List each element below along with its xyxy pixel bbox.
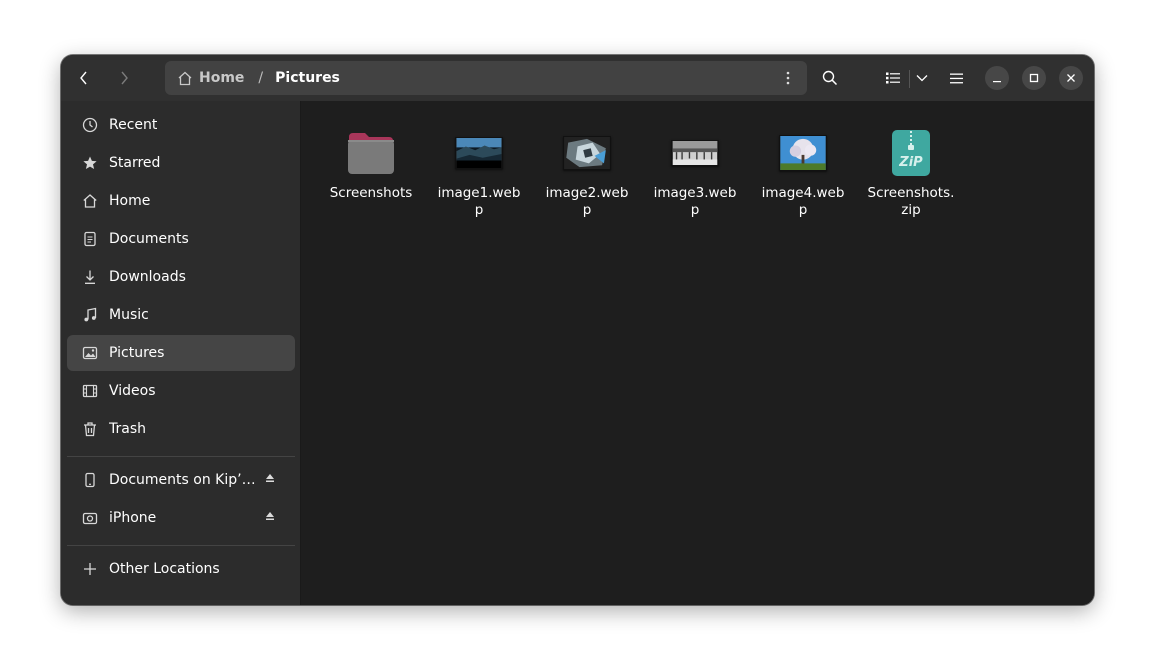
sidebar-item-label: Documents	[109, 231, 189, 247]
path-menu-button[interactable]	[775, 65, 801, 91]
breadcrumb-current[interactable]: Pictures	[275, 70, 340, 86]
breadcrumb-home[interactable]: Home	[177, 70, 244, 86]
chevron-right-icon	[121, 71, 128, 85]
sidebar-item-starred[interactable]: Starred	[67, 145, 295, 181]
sidebar-item-label: Videos	[109, 383, 156, 399]
image-thumbnail	[563, 136, 611, 170]
maximize-button[interactable]	[1022, 66, 1046, 90]
sidebar-item-iphone[interactable]: iPhone	[67, 500, 295, 536]
eject-icon[interactable]	[265, 473, 275, 486]
kebab-menu-icon	[786, 71, 790, 85]
home-icon	[81, 192, 99, 210]
phone-icon	[81, 471, 99, 489]
image-thumbnail	[455, 137, 503, 169]
minimize-icon	[993, 81, 1001, 83]
sidebar-divider	[67, 456, 295, 457]
file-item-archive[interactable]: ZiP Screenshots.zip	[863, 125, 959, 225]
forward-button[interactable]	[107, 63, 141, 93]
trash-icon	[81, 420, 99, 438]
file-name: Screenshots.zip	[867, 185, 955, 218]
sidebar-item-trash[interactable]: Trash	[67, 411, 295, 447]
close-button[interactable]	[1059, 66, 1083, 90]
sidebar-item-label: Recent	[109, 117, 158, 133]
sidebar: Recent Starred Home Documents Downloads	[61, 101, 301, 605]
svg-text:ZiP: ZiP	[898, 155, 923, 170]
sidebar-item-label: Music	[109, 307, 149, 323]
sidebar-item-documents-on-iphone[interactable]: Documents on Kip’s iPhone	[67, 462, 295, 498]
file-name: image2.webp	[545, 185, 629, 218]
file-item-image[interactable]: image3.webp	[647, 125, 743, 225]
list-view-icon	[886, 72, 900, 84]
file-item-image[interactable]: image2.webp	[539, 125, 635, 225]
sidebar-item-documents[interactable]: Documents	[67, 221, 295, 257]
close-icon	[1067, 74, 1075, 82]
file-name: image1.webp	[437, 185, 521, 218]
file-item-folder[interactable]: Screenshots	[323, 125, 419, 225]
film-icon	[81, 382, 99, 400]
sidebar-item-label: Pictures	[109, 345, 165, 361]
image-thumbnail	[671, 140, 719, 166]
zip-archive-icon: ZiP	[892, 130, 930, 176]
minimize-button[interactable]	[985, 66, 1009, 90]
picture-icon	[81, 344, 99, 362]
sidebar-item-label: Downloads	[109, 269, 186, 285]
search-icon	[822, 70, 838, 86]
sidebar-item-other-locations[interactable]: Other Locations	[67, 551, 295, 587]
header-bar: Home / Pictures	[61, 55, 1094, 101]
sidebar-item-label: Other Locations	[109, 561, 220, 577]
back-button[interactable]	[67, 63, 101, 93]
sidebar-item-label: Trash	[109, 421, 146, 437]
sidebar-item-home[interactable]: Home	[67, 183, 295, 219]
sidebar-item-label: iPhone	[109, 510, 157, 526]
chevron-down-icon	[916, 75, 928, 82]
file-item-image[interactable]: image1.webp	[431, 125, 527, 225]
eject-icon[interactable]	[265, 511, 275, 524]
list-view-button[interactable]	[877, 63, 909, 93]
file-name: image3.webp	[653, 185, 737, 218]
maximize-icon	[1029, 73, 1039, 83]
image-thumbnail	[779, 135, 827, 171]
file-grid: Screenshots image1.webp image2.webp imag…	[302, 101, 1094, 605]
file-name: Screenshots	[329, 185, 413, 201]
sidebar-item-label: Home	[109, 193, 151, 209]
search-button[interactable]	[813, 63, 847, 93]
sidebar-item-music[interactable]: Music	[67, 297, 295, 333]
music-note-icon	[81, 306, 99, 324]
breadcrumb-separator: /	[258, 70, 264, 86]
sidebar-item-downloads[interactable]: Downloads	[67, 259, 295, 295]
main-menu-button[interactable]	[939, 63, 973, 93]
download-icon	[81, 268, 99, 286]
sidebar-divider	[67, 545, 295, 546]
sidebar-item-recent[interactable]: Recent	[67, 107, 295, 143]
sidebar-item-label: Documents on Kip’s iPhone	[109, 472, 259, 488]
sidebar-item-videos[interactable]: Videos	[67, 373, 295, 409]
plus-icon	[81, 560, 99, 578]
hamburger-menu-icon	[949, 73, 963, 83]
file-manager-window: Home / Pictures Recent Starred Home Docu…	[61, 55, 1094, 605]
document-icon	[81, 230, 99, 248]
path-bar[interactable]: Home / Pictures	[165, 61, 807, 95]
folder-icon	[348, 133, 394, 174]
star-icon	[81, 154, 99, 172]
file-item-image[interactable]: image4.webp	[755, 125, 851, 225]
home-icon	[178, 71, 192, 85]
sidebar-item-pictures[interactable]: Pictures	[67, 335, 295, 371]
view-options-dropdown[interactable]	[910, 63, 934, 93]
sidebar-item-label: Starred	[109, 155, 161, 171]
camera-icon	[81, 509, 99, 527]
file-name: image4.webp	[761, 185, 845, 218]
chevron-left-icon	[80, 71, 87, 85]
breadcrumb-home-label: Home	[199, 70, 245, 86]
clock-icon	[81, 116, 99, 134]
